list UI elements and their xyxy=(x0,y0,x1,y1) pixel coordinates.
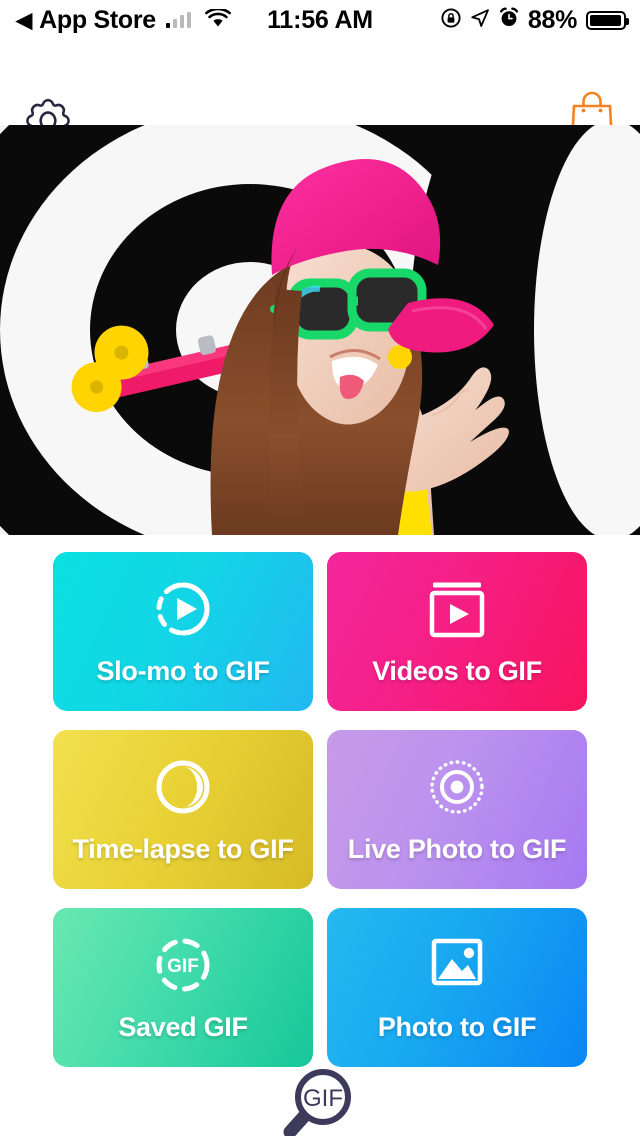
saved-gif-dashed-circle-icon: GIF xyxy=(152,934,214,996)
tile-photo-to-gif[interactable]: Photo to GIF xyxy=(327,908,587,1067)
tile-label: Slo-mo to GIF xyxy=(96,656,270,686)
tile-label: Live Photo to GIF xyxy=(347,834,567,864)
tile-live-photo-to-gif[interactable]: Live Photo to GIF xyxy=(327,730,587,889)
tile-slo-mo-to-gif[interactable]: Slo-mo to GIF xyxy=(53,552,313,711)
tile-time-lapse-to-gif[interactable]: Time-lapse to GIF xyxy=(53,730,313,889)
live-photo-icon xyxy=(426,756,488,818)
tile-videos-to-gif[interactable]: Videos to GIF xyxy=(327,552,587,711)
tile-saved-gif[interactable]: GIF Saved GIF xyxy=(53,908,313,1067)
photo-image-icon xyxy=(426,934,488,996)
gif-search-button[interactable]: GIF xyxy=(274,1067,366,1136)
action-tile-grid: Slo-mo to GIF Videos to GIF Time-lapse t… xyxy=(53,552,587,1067)
battery-icon xyxy=(586,10,629,30)
tile-label: Photo to GIF xyxy=(377,1012,537,1042)
saved-gif-icon-text: GIF xyxy=(167,956,199,977)
video-frame-play-icon xyxy=(425,578,489,640)
tile-label: Time-lapse to GIF xyxy=(72,834,294,864)
nav-bar xyxy=(0,40,640,145)
gif-search-label: GIF xyxy=(303,1085,343,1112)
hero-banner xyxy=(0,125,640,535)
app-screen: ◀ App Store 11:56 AM 88% Slo-mo to GIF V… xyxy=(0,0,640,1136)
tile-label: Saved GIF xyxy=(118,1012,248,1042)
status-bar: ◀ App Store 11:56 AM 88% xyxy=(0,0,640,40)
tile-label: Videos to GIF xyxy=(372,656,542,686)
status-bar-clock: 11:56 AM xyxy=(267,5,373,34)
gif-magnifier-icon: GIF xyxy=(274,1069,366,1136)
hero-photo xyxy=(0,125,640,535)
slow-motion-play-icon xyxy=(152,578,214,640)
time-lapse-circle-icon xyxy=(152,756,214,818)
